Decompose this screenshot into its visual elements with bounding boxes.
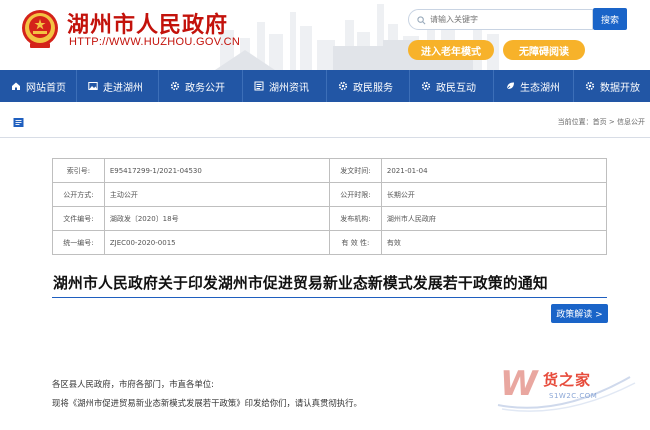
title-divider: [52, 297, 607, 298]
gear-icon: [170, 81, 180, 91]
document-paragraph: 各区县人民政府，市府各部门，市直各单位:: [52, 379, 214, 389]
site-header: 湖州市人民政府 HTTP://WWW.HUZHOU.GOV.CN 搜索 进入老年…: [0, 0, 650, 70]
nav-item-interaction[interactable]: 政民互动: [410, 70, 494, 102]
gear-icon: [338, 81, 348, 91]
elder-mode-button[interactable]: 进入老年模式: [408, 40, 494, 60]
document-meta-table: 索引号: E95417299-1/2021-04530 发文时间: 2021-0…: [52, 158, 608, 255]
nav-label: 湖州资讯: [269, 82, 309, 94]
main-nav: 网站首页 走进湖州 政务公开 湖州资讯 政民服务 政民互动 生态湖州 数据开放: [0, 70, 650, 102]
nav-label: 政务公开: [185, 82, 225, 94]
meta-key: 统一编号:: [52, 230, 105, 255]
nav-label: 网站首页: [26, 82, 66, 94]
breadcrumb[interactable]: 当前位置：首页 > 信息公开: [558, 117, 645, 127]
gear-icon: [585, 81, 595, 91]
image-icon: [88, 81, 98, 91]
national-emblem-icon: [22, 10, 58, 48]
site-url: HTTP://WWW.HUZHOU.GOV.CN: [69, 36, 241, 48]
table-row: 公开方式: 主动公开 公开时限: 长期公开: [52, 182, 608, 207]
meta-value: 有效: [380, 230, 608, 255]
meta-value: 长期公开: [380, 182, 608, 207]
document-icon: [13, 118, 24, 127]
search-icon: [417, 10, 426, 29]
meta-value: 湖政发〔2020〕18号: [103, 206, 331, 231]
gear-icon: [421, 81, 431, 91]
news-icon: [254, 81, 264, 91]
nav-item-news[interactable]: 湖州资讯: [243, 70, 327, 102]
nav-item-about[interactable]: 走进湖州: [77, 70, 159, 102]
meta-value: 湖州市人民政府: [380, 206, 608, 231]
policy-interpretation-button[interactable]: 政策解读 >: [551, 304, 608, 323]
watermark-text: 货之家: [543, 371, 592, 389]
table-row: 统一编号: ZJEC00-2020-0015 有 效 性: 有效: [52, 230, 608, 255]
meta-value: 主动公开: [103, 182, 331, 207]
meta-value: ZJEC00-2020-0015: [103, 230, 331, 255]
document-title: 湖州市人民政府关于印发湖州市促进贸易新业态新模式发展若干政策的通知: [53, 275, 548, 292]
meta-key: 发文时间:: [329, 158, 382, 183]
meta-key: 索引号:: [52, 158, 105, 183]
nav-label: 生态湖州: [520, 82, 560, 94]
nav-label: 数据开放: [600, 82, 640, 94]
table-row: 文件编号: 湖政发〔2020〕18号 发布机构: 湖州市人民政府: [52, 206, 608, 231]
site-title[interactable]: 湖州市人民政府: [67, 7, 228, 39]
search-box: [408, 9, 593, 30]
search-button[interactable]: 搜索: [593, 8, 627, 30]
meta-key: 文件编号:: [52, 206, 105, 231]
meta-value: 2021-01-04: [380, 158, 608, 183]
nav-item-home[interactable]: 网站首页: [0, 70, 77, 102]
accessible-reading-button[interactable]: 无障碍阅读: [503, 40, 585, 60]
nav-item-gov-open[interactable]: 政务公开: [159, 70, 243, 102]
nav-item-open-data[interactable]: 数据开放: [574, 70, 650, 102]
breadcrumb-bar: 当前位置：首页 > 信息公开: [0, 102, 650, 138]
svg-text:W: W: [500, 364, 539, 404]
table-row: 索引号: E95417299-1/2021-04530 发文时间: 2021-0…: [52, 158, 608, 183]
meta-key: 公开时限:: [329, 182, 382, 207]
watermark-subtext: S1W2C.COM: [549, 392, 598, 400]
nav-label: 政民互动: [436, 82, 476, 94]
nav-label: 政民服务: [353, 82, 393, 94]
home-icon: [11, 81, 21, 91]
meta-key: 有 效 性:: [329, 230, 382, 255]
nav-label: 走进湖州: [103, 82, 143, 94]
meta-key: 发布机构:: [329, 206, 382, 231]
meta-value: E95417299-1/2021-04530: [103, 158, 331, 183]
search-input[interactable]: [430, 15, 590, 24]
document-paragraph: 现将《湖州市促进贸易新业态新模式发展若干政策》印发给你们，请认真贯彻执行。: [52, 398, 362, 408]
leaf-icon: [505, 81, 515, 91]
nav-item-services[interactable]: 政民服务: [327, 70, 410, 102]
nav-item-ecology[interactable]: 生态湖州: [494, 70, 574, 102]
meta-key: 公开方式:: [52, 182, 105, 207]
